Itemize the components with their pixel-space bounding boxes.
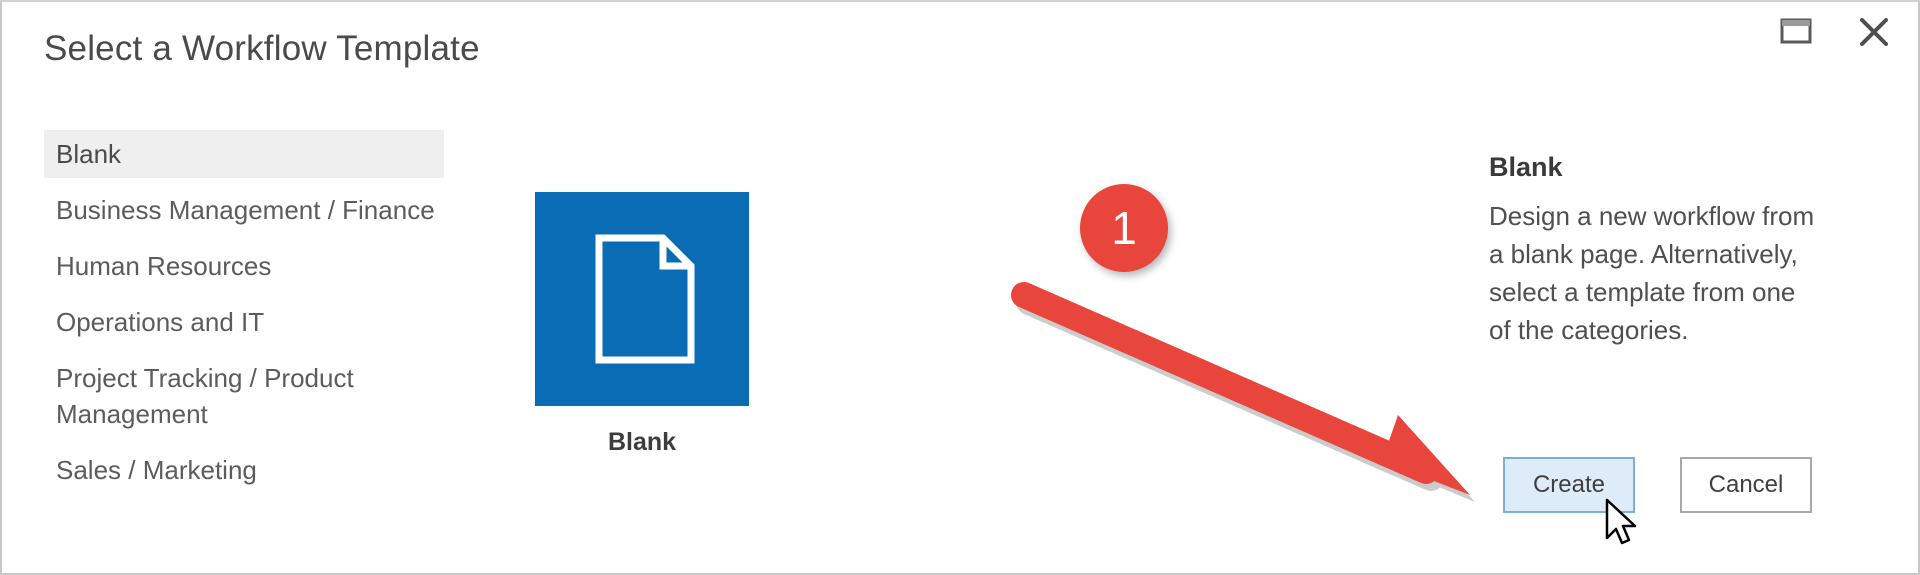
category-item-human-resources[interactable]: Human Resources xyxy=(44,242,444,290)
details-description: Design a new workflow from a blank page.… xyxy=(1489,201,1815,345)
template-tile-label: Blank xyxy=(607,428,677,456)
blank-document-icon xyxy=(535,192,749,406)
category-item-operations-and-it[interactable]: Operations and IT xyxy=(44,298,444,346)
restore-window-button[interactable] xyxy=(1780,16,1834,64)
close-window-button[interactable] xyxy=(1858,16,1912,64)
workflow-template-dialog: Select a Workflow Template Blank Busines… xyxy=(0,0,1920,575)
details-title: Blank xyxy=(1489,152,1563,182)
restore-icon xyxy=(1780,16,1834,46)
create-button[interactable]: Create xyxy=(1503,457,1635,513)
category-item-blank[interactable]: Blank xyxy=(44,130,444,178)
cancel-button[interactable]: Cancel xyxy=(1680,457,1812,513)
dialog-title-bar: Select a Workflow Template xyxy=(2,2,1918,94)
dialog-title: Select a Workflow Template xyxy=(44,29,480,68)
category-item-business-management-finance[interactable]: Business Management / Finance xyxy=(44,186,444,234)
category-item-project-tracking-product-management[interactable]: Project Tracking / Product Management xyxy=(44,354,444,438)
template-category-list: Blank Business Management / Finance Huma… xyxy=(44,130,444,502)
callout-arrow-icon xyxy=(1011,282,1475,502)
close-icon xyxy=(1858,16,1912,48)
template-tile-blank[interactable]: Blank xyxy=(535,192,749,457)
category-item-sales-marketing[interactable]: Sales / Marketing xyxy=(44,446,444,494)
step-number-badge: 1 xyxy=(1080,184,1168,272)
template-details-pane: Blank Design a new workflow from a blank… xyxy=(1489,152,1819,349)
